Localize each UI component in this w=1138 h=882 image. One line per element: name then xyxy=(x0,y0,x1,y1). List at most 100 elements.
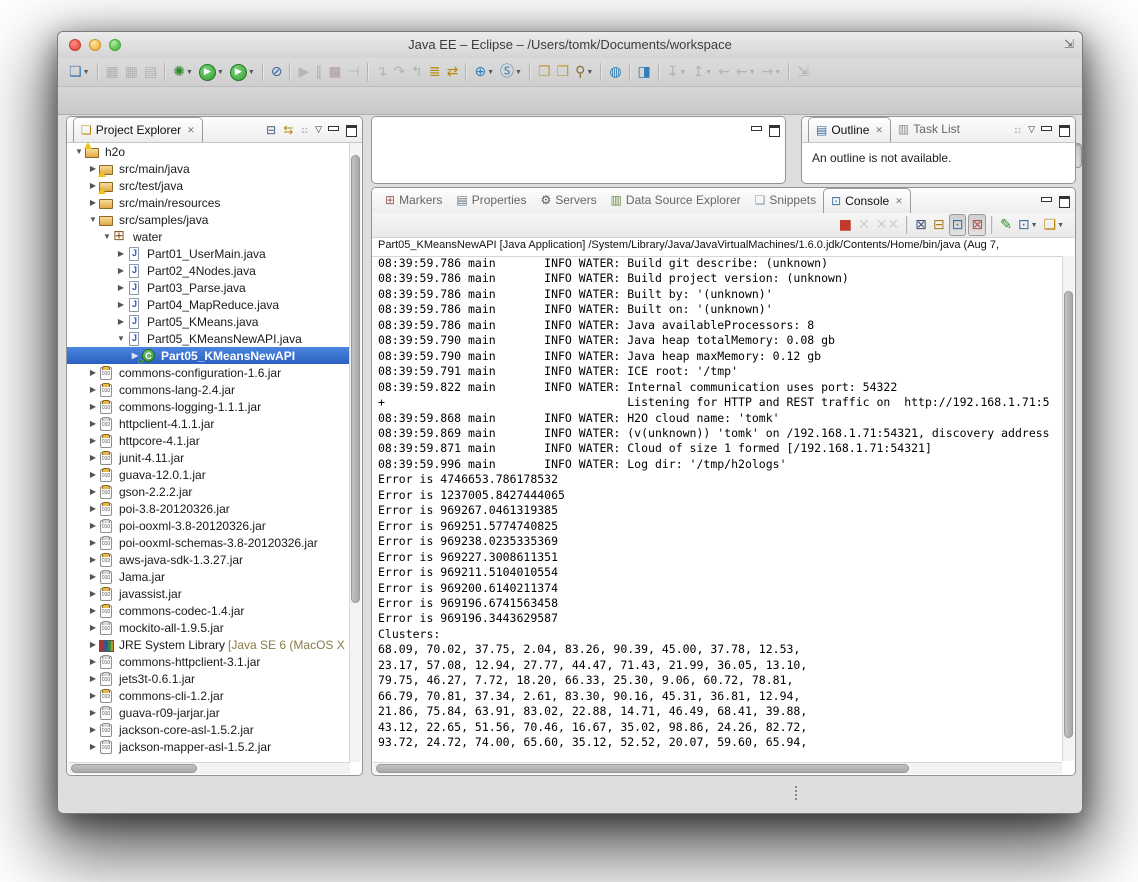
new-wizard-icon[interactable]: ❏ ▼ xyxy=(67,61,92,83)
tree-item-poi-ooxml-schemas-3-8-20120326-jar[interactable]: ▶ poi-ooxml-schemas-3.8-20120326.jar xyxy=(67,534,350,551)
explorer-vscrollbar[interactable] xyxy=(349,143,361,762)
disclosure-triangle-icon[interactable]: ▶ xyxy=(87,385,99,394)
tree-item-src-samples-java[interactable]: ▼ src/samples/java xyxy=(67,211,350,228)
tree-item-guava-12-0-1-jar[interactable]: ▶ guava-12.0.1.jar xyxy=(67,466,350,483)
disclosure-triangle-icon[interactable]: ▶ xyxy=(87,453,99,462)
tree-item-javassist-jar[interactable]: ▶ javassist.jar xyxy=(67,585,350,602)
tab-data-source-explorer[interactable]: ▥ Data Source Explorer xyxy=(604,188,748,212)
disclosure-triangle-icon[interactable]: ▼ xyxy=(115,334,127,343)
tree-item-jama-jar[interactable]: ▶ Jama.jar xyxy=(67,568,350,585)
tree-item-commons-lang-2-4-jar[interactable]: ▶ commons-lang-2.4.jar xyxy=(67,381,350,398)
tree-item-h2o[interactable]: ▼ h2o xyxy=(67,143,350,160)
tree-item-httpclient-4-1-1-jar[interactable]: ▶ httpclient-4.1.1.jar xyxy=(67,415,350,432)
disclosure-triangle-icon[interactable]: ▶ xyxy=(87,402,99,411)
tab-markers[interactable]: ⊞ Markers xyxy=(378,188,449,212)
tree-item-junit-4-11-jar[interactable]: ▶ junit-4.11.jar xyxy=(67,449,350,466)
tree-item-gson-2-2-2-jar[interactable]: ▶ gson-2.2.2.jar xyxy=(67,483,350,500)
tree-item-aws-java-sdk-1-3-27-jar[interactable]: ▶ aws-java-sdk-1.3.27.jar xyxy=(67,551,350,568)
tree-item-commons-cli-1-2-jar[interactable]: ▶ commons-cli-1.2.jar xyxy=(67,687,350,704)
tree-item-commons-codec-1-4-jar[interactable]: ▶ commons-codec-1.4.jar xyxy=(67,602,350,619)
minimize-icon[interactable] xyxy=(327,124,340,136)
scroll-lock-icon[interactable]: ⊟ xyxy=(931,214,947,236)
run-external-tools-icon[interactable]: ▶ ▼ xyxy=(228,61,257,83)
close-icon[interactable]: ✕ xyxy=(875,125,883,136)
tree-item-src-main-java[interactable]: ▶ src/main/java xyxy=(67,160,350,177)
disclosure-triangle-icon[interactable]: ▶ xyxy=(87,504,99,513)
minimize-icon[interactable] xyxy=(1040,124,1053,136)
console-vscrollbar[interactable] xyxy=(1062,256,1074,761)
close-icon[interactable]: ✕ xyxy=(895,196,903,207)
web-browser-icon[interactable]: ◍ xyxy=(607,61,623,83)
search-icon[interactable]: ⚲ ▼ xyxy=(573,61,595,83)
disclosure-triangle-icon[interactable]: ▶ xyxy=(87,572,99,581)
tree-item-guava-r09-jarjar-jar[interactable]: ▶ guava-r09-jarjar.jar xyxy=(67,704,350,721)
tree-item-poi-3-8-20120326-jar[interactable]: ▶ poi-3.8-20120326.jar xyxy=(67,500,350,517)
debug-icon[interactable]: ✺ ▼ xyxy=(171,61,195,83)
maximize-icon[interactable] xyxy=(768,124,781,137)
disclosure-triangle-icon[interactable]: ▶ xyxy=(87,419,99,428)
tree-item-mockito-all-1-9-5-jar[interactable]: ▶ mockito-all-1.9.5.jar xyxy=(67,619,350,636)
use-step-filters-icon[interactable]: ⇄ xyxy=(445,61,461,83)
disclosure-triangle-icon[interactable]: ▶ xyxy=(87,674,99,683)
disclosure-triangle-icon[interactable]: ▶ xyxy=(87,521,99,530)
disclosure-triangle-icon[interactable]: ▼ xyxy=(101,232,113,241)
disclosure-triangle-icon[interactable]: ▶ xyxy=(87,708,99,717)
disclosure-triangle-icon[interactable]: ▶ xyxy=(115,317,127,326)
tree-item-jackson-core-asl-1-5-2-jar[interactable]: ▶ jackson-core-asl-1.5.2.jar xyxy=(67,721,350,738)
minimize-icon[interactable] xyxy=(750,124,763,136)
tree-item-jre-system-library[interactable]: ▶ JRE System Library [Java SE 6 (MacOS X D… xyxy=(67,636,350,653)
title-bar[interactable]: Java EE – Eclipse – /Users/tomk/Document… xyxy=(58,32,1082,59)
close-icon[interactable]: ✕ xyxy=(187,125,195,136)
scrollbar-thumb[interactable] xyxy=(71,764,198,773)
tree-item-poi-ooxml-3-8-20120326-jar[interactable]: ▶ poi-ooxml-3.8-20120326.jar xyxy=(67,517,350,534)
link-with-editor-icon[interactable]: ⇆ xyxy=(282,123,294,137)
tree-item-part04-mapreduce-java[interactable]: ▶ Part04_MapReduce.java xyxy=(67,296,350,313)
skip-breakpoints-icon[interactable]: ⊘ xyxy=(269,61,285,83)
scrollbar-thumb[interactable] xyxy=(376,764,909,773)
minimize-icon[interactable] xyxy=(1040,195,1053,207)
disclosure-triangle-icon[interactable]: ▶ xyxy=(87,623,99,632)
disclosure-triangle-icon[interactable]: ▶ xyxy=(87,487,99,496)
tab-project-explorer[interactable]: ❏ Project Explorer ✕ xyxy=(73,117,203,142)
disclosure-triangle-icon[interactable]: ▼ xyxy=(87,215,99,224)
fullscreen-icon[interactable]: ⇲ xyxy=(1064,37,1074,51)
collapse-all-icon[interactable]: ⊟ xyxy=(265,123,277,137)
tree-item-httpcore-4-1-jar[interactable]: ▶ httpcore-4.1.jar xyxy=(67,432,350,449)
run-to-line-icon[interactable]: ≣ xyxy=(427,61,443,83)
tree-item-commons-configuration-1-6-jar[interactable]: ▶ commons-configuration-1.6.jar xyxy=(67,364,350,381)
tab-console[interactable]: ⊡ Console ✕ xyxy=(823,188,911,213)
tree-item-part05-kmeansnewapi[interactable]: ▶Part05_KMeansNewAPI xyxy=(67,347,350,365)
tab-task-list[interactable]: ▥ Task List xyxy=(891,117,967,141)
tree-item-part03-parse-java[interactable]: ▶ Part03_Parse.java xyxy=(67,279,350,296)
disclosure-triangle-icon[interactable]: ▶ xyxy=(115,266,127,275)
run-icon[interactable]: ▶ ▼ xyxy=(197,61,226,83)
disclosure-triangle-icon[interactable]: ▶ xyxy=(87,691,99,700)
tree-item-src-test-java[interactable]: ▶ src/test/java xyxy=(67,177,350,194)
new-web-service-icon[interactable]: ⊕ ▼ xyxy=(472,61,496,83)
tab-servers[interactable]: ⚙ Servers xyxy=(533,188,603,212)
tree-item-part05-kmeansnewapi-java[interactable]: ▼ Part05_KMeansNewAPI.java xyxy=(67,330,350,347)
drag-handle[interactable] xyxy=(795,786,797,802)
display-console-icon[interactable]: ⊡ ▼ xyxy=(1016,214,1040,236)
import-icon[interactable]: ❐ xyxy=(536,61,553,83)
disclosure-triangle-icon[interactable]: ▶ xyxy=(87,606,99,615)
run-on-server-icon[interactable]: ◨ xyxy=(636,61,653,83)
disclosure-triangle-icon[interactable]: ▶ xyxy=(87,538,99,547)
export-icon[interactable]: ❐ xyxy=(555,61,572,83)
tree-item-src-main-resources[interactable]: ▶ src/main/resources xyxy=(67,194,350,211)
tab-snippets[interactable]: ❏ Snippets xyxy=(748,188,823,212)
disclosure-triangle-icon[interactable]: ▶ xyxy=(115,300,127,309)
disclosure-triangle-icon[interactable]: ▶ xyxy=(87,198,99,207)
disclosure-triangle-icon[interactable]: ▶ xyxy=(87,657,99,666)
disclosure-triangle-icon[interactable]: ▶ xyxy=(87,589,99,598)
console-hscrollbar[interactable] xyxy=(373,762,1062,774)
clear-console-icon[interactable]: ⊠ xyxy=(913,214,929,236)
disclosure-triangle-icon[interactable]: ▶ xyxy=(87,640,99,649)
maximize-icon[interactable] xyxy=(1058,195,1071,208)
disclosure-triangle-icon[interactable]: ▶ xyxy=(87,555,99,564)
show-console-stdout-icon[interactable]: ⊡ xyxy=(948,214,967,236)
show-console-stderr-icon[interactable]: ⊠ xyxy=(968,214,987,236)
tree-item-water[interactable]: ▼ water xyxy=(67,228,350,245)
tree-item-commons-logging-1-1-1-jar[interactable]: ▶ commons-logging-1.1.1.jar xyxy=(67,398,350,415)
tab-properties[interactable]: ▤ Properties xyxy=(449,188,533,212)
